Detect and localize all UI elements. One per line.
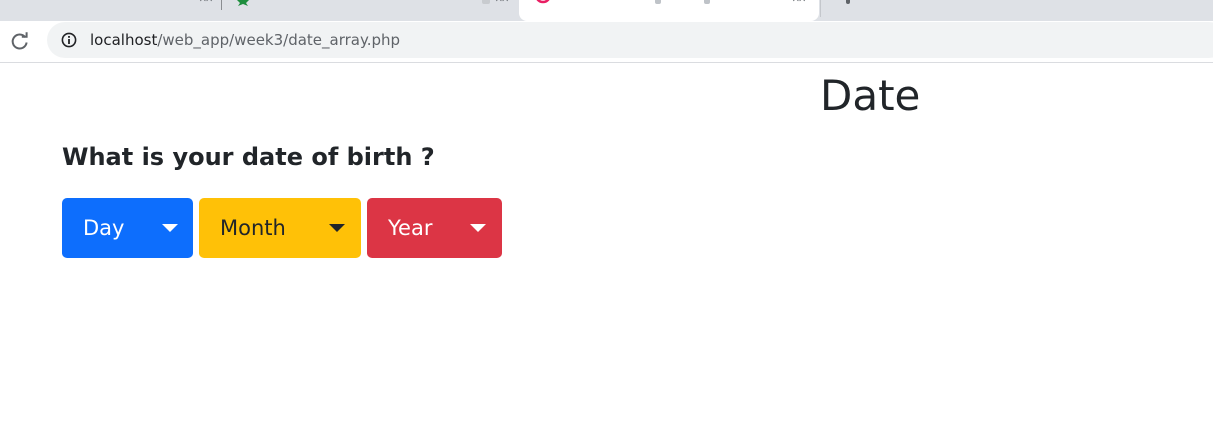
tab-title-fragment xyxy=(655,0,661,4)
tab-favicon-icon xyxy=(536,0,550,4)
month-dropdown-label: Month xyxy=(220,216,286,240)
close-tab-icon[interactable]: ✕✕ xyxy=(198,0,214,6)
caret-down-icon xyxy=(329,224,345,232)
year-dropdown[interactable]: Year xyxy=(367,198,502,258)
browser-tab-strip: ✕✕ ✕✕ ✕✕ xyxy=(0,0,1213,21)
browser-tab[interactable]: ✕✕ xyxy=(0,0,219,17)
caret-down-icon xyxy=(470,224,486,232)
tab-title-fragment xyxy=(846,0,850,4)
date-of-birth-question: What is your date of birth ? xyxy=(62,143,435,171)
url-text[interactable]: localhost/web_app/week3/date_array.php xyxy=(90,31,400,49)
info-icon[interactable] xyxy=(61,32,77,48)
tab-favicon-icon xyxy=(237,0,249,6)
day-dropdown-label: Day xyxy=(83,216,125,240)
browser-tab-active[interactable]: ✕✕ xyxy=(519,0,819,21)
tab-title-fragment xyxy=(482,0,490,4)
close-tab-icon[interactable]: ✕✕ xyxy=(791,0,807,6)
browser-toolbar: localhost/web_app/week3/date_array.php xyxy=(0,21,1213,63)
url-host: localhost xyxy=(90,31,158,49)
url-path: /web_app/week3/date_array.php xyxy=(157,31,401,49)
page-title: Date xyxy=(820,71,921,120)
browser-tab[interactable] xyxy=(820,0,1213,17)
close-tab-icon[interactable]: ✕✕ xyxy=(494,0,510,6)
day-dropdown[interactable]: Day xyxy=(62,198,193,258)
tab-title-fragment xyxy=(704,0,710,4)
address-bar[interactable]: localhost/web_app/week3/date_array.php xyxy=(47,22,1213,58)
browser-tab[interactable]: ✕✕ xyxy=(222,0,518,17)
reload-icon[interactable] xyxy=(9,30,31,52)
caret-down-icon xyxy=(162,224,178,232)
year-dropdown-label: Year xyxy=(388,216,433,240)
month-dropdown[interactable]: Month xyxy=(199,198,361,258)
